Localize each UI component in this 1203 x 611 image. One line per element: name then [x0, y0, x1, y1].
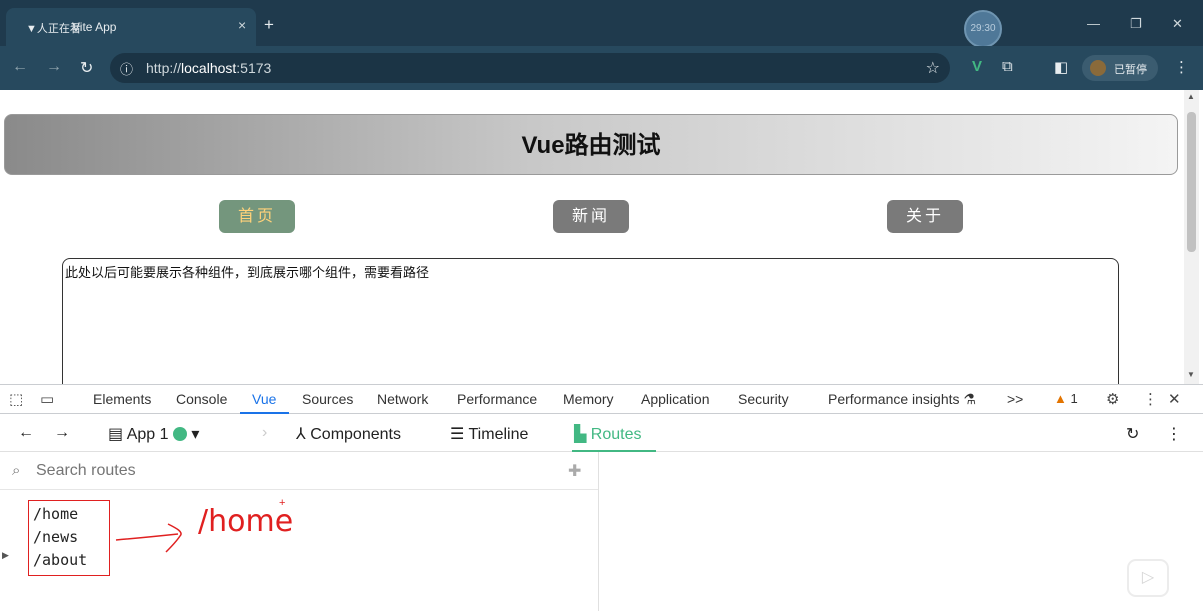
browser-tab-bar: ▼人正在看 Vite App × + 29:30 — ❐ ✕: [0, 0, 1203, 48]
close-devtools-icon[interactable]: ✕: [1168, 390, 1181, 408]
flask-icon: ⚗: [963, 391, 976, 407]
timeline-icon: ☰: [450, 426, 465, 443]
profile-status: 已暂停: [1114, 64, 1147, 76]
page-viewport: Vue路由测试 首页 新闻 关于 此处以后可能要展示各种组件，到底展示哪个组件，…: [0, 90, 1203, 384]
tab-routes[interactable]: ▙ Routes: [574, 424, 641, 444]
pane-divider[interactable]: [598, 452, 599, 611]
warning-counter[interactable]: ▲ 1: [1054, 391, 1078, 406]
annotation-arrow: [115, 523, 182, 553]
content-text: 此处以后可能要展示各种组件，到底展示哪个组件，需要看路径: [65, 265, 430, 280]
extensions-puzzle-icon[interactable]: ⧉: [1002, 58, 1013, 75]
close-window-icon[interactable]: ✕: [1172, 16, 1183, 32]
tab-close-icon[interactable]: ×: [238, 17, 246, 33]
restore-icon[interactable]: ❐: [1130, 16, 1142, 32]
more-tabs-button[interactable]: >>: [1007, 391, 1023, 407]
reload-icon[interactable]: ↻: [80, 58, 93, 78]
routes-list: /home /news /about: [28, 500, 110, 576]
routes-search-row: ⌕ ✚: [0, 452, 598, 490]
recording-timer: 29:30: [964, 10, 1002, 48]
address-bar-row: ← → ↻ ⓘ http://localhost:5173 ☆ V ⧉ ◧ 已暂…: [0, 46, 1203, 90]
scrollbar-thumb[interactable]: [1187, 112, 1196, 252]
search-routes-input[interactable]: [36, 460, 536, 482]
new-tab-button[interactable]: +: [264, 15, 274, 35]
tab-security[interactable]: Security: [738, 391, 789, 407]
annotation-plus-mark: +: [279, 497, 286, 509]
url-text: http://localhost:5173: [146, 60, 272, 76]
route-item-about[interactable]: /about: [33, 549, 105, 572]
vue-devtools-toolbar: ← → ▤ App 1 ▾ › ⅄ Components ☰ Timeline …: [0, 414, 1203, 452]
route-item-news[interactable]: /news: [33, 526, 105, 549]
devtools-tab-strip: ⬚ ▭ Elements Console Vue Sources Network…: [0, 384, 1203, 414]
app-status-badge: [172, 427, 187, 441]
page-scrollbar[interactable]: ▲ ▼: [1184, 90, 1199, 384]
back-arrow-icon[interactable]: ←: [18, 424, 34, 442]
app-selector[interactable]: ▤ App 1 ▾: [108, 424, 199, 444]
url-field[interactable]: ⓘ http://localhost:5173 ☆: [110, 53, 950, 83]
components-icon: ⅄: [296, 426, 306, 443]
route-item-home[interactable]: /home: [33, 503, 105, 526]
warning-icon: ▲: [1054, 391, 1067, 406]
tab-timeline[interactable]: ☰ Timeline: [450, 424, 528, 444]
chevron-down-icon: ▾: [191, 426, 200, 443]
tab-performance-insights[interactable]: Performance insights ⚗: [828, 391, 976, 408]
nav-news-link[interactable]: 新闻: [553, 200, 629, 233]
scroll-up-icon[interactable]: ▲: [1187, 92, 1195, 101]
tab-sources[interactable]: Sources: [302, 391, 353, 407]
page-title: Vue路由测试: [4, 114, 1178, 175]
refresh-icon[interactable]: ↻: [1126, 424, 1139, 444]
chevron-right-icon: ›: [262, 424, 268, 441]
tab-elements[interactable]: Elements: [93, 391, 151, 407]
vue-devtools-menu-icon[interactable]: ⋮: [1166, 424, 1182, 444]
devtools-menu-icon[interactable]: ⋮: [1143, 390, 1158, 408]
nav-home-link[interactable]: 首页: [219, 200, 295, 233]
site-info-icon[interactable]: ⓘ: [120, 59, 133, 78]
minimize-icon[interactable]: —: [1087, 16, 1100, 31]
browser-tab[interactable]: ▼人正在看 Vite App ×: [6, 8, 256, 46]
profile-button[interactable]: 已暂停: [1082, 55, 1158, 81]
scroll-down-icon[interactable]: ▼: [1187, 370, 1195, 379]
router-view-container: 此处以后可能要展示各种组件，到底展示哪个组件，需要看路径: [62, 258, 1119, 384]
side-panel-icon[interactable]: ◧: [1054, 58, 1068, 76]
tab-vue[interactable]: Vue: [252, 391, 276, 407]
play-icon[interactable]: ▷: [1127, 559, 1169, 597]
tab-title: Vite App: [72, 20, 117, 34]
plugin-puzzle-icon[interactable]: ✚: [568, 461, 581, 481]
forward-icon[interactable]: →: [46, 58, 62, 76]
app-icon: ▤: [108, 426, 124, 443]
device-toolbar-icon[interactable]: ▭: [40, 390, 54, 408]
forward-arrow-icon[interactable]: →: [54, 424, 70, 442]
tab-application[interactable]: Application: [641, 391, 710, 407]
expand-arrow-icon[interactable]: ▶: [2, 550, 9, 561]
handwritten-annotation: /home: [198, 504, 294, 539]
search-icon: ⌕: [12, 462, 21, 479]
routes-icon: ▙: [574, 426, 587, 443]
browser-menu-icon[interactable]: ⋮: [1174, 58, 1189, 76]
tab-console[interactable]: Console: [176, 391, 227, 407]
tab-network[interactable]: Network: [377, 391, 428, 407]
bookmark-star-icon[interactable]: ☆: [926, 58, 940, 78]
inspect-element-icon[interactable]: ⬚: [9, 390, 23, 408]
nav-about-link[interactable]: 关于: [887, 200, 963, 233]
tab-components[interactable]: ⅄ Components: [296, 424, 401, 444]
settings-gear-icon[interactable]: ⚙: [1106, 390, 1119, 408]
avatar: [1090, 60, 1106, 76]
tab-performance[interactable]: Performance: [457, 391, 537, 407]
back-icon[interactable]: ←: [12, 58, 28, 76]
vue-devtools-extension-icon[interactable]: V: [972, 58, 982, 75]
tab-memory[interactable]: Memory: [563, 391, 614, 407]
